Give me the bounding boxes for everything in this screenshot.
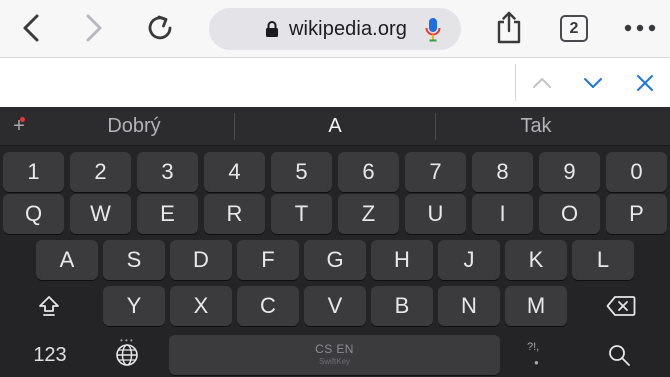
find-divider	[515, 64, 516, 101]
back-button[interactable]	[13, 10, 49, 46]
key-y[interactable]: Y	[103, 286, 165, 326]
key-0[interactable]: 0	[606, 152, 667, 192]
key-l[interactable]: L	[572, 240, 634, 280]
backspace-icon	[606, 296, 636, 316]
url-text: wikipedia.org	[289, 18, 408, 40]
key-8[interactable]: 8	[472, 152, 533, 192]
key-q[interactable]: Q	[3, 194, 64, 234]
microphone-icon[interactable]	[425, 17, 441, 43]
key-c[interactable]: C	[237, 286, 299, 326]
tabs-button[interactable]: 2	[560, 15, 588, 42]
find-close-button[interactable]	[630, 68, 660, 98]
chevron-up-icon	[533, 78, 551, 88]
more-button[interactable]	[620, 10, 660, 46]
keyboard: + Dobrý A Tak 1 2 3 4 5 6 7 8 9 0 Q W E …	[0, 107, 670, 377]
key-9[interactable]: 9	[539, 152, 600, 192]
browser-toolbar: wikipedia.org 2	[0, 0, 670, 58]
backspace-key[interactable]	[580, 286, 662, 326]
key-p[interactable]: P	[606, 194, 667, 234]
find-input[interactable]	[0, 58, 515, 107]
notification-dot	[20, 117, 25, 122]
key-3[interactable]: 3	[137, 152, 198, 192]
prediction-center[interactable]: A	[235, 107, 435, 146]
symbols-key-label[interactable]: ?!,	[527, 341, 539, 353]
key-d[interactable]: D	[170, 240, 232, 280]
numbers-key[interactable]: 123	[12, 335, 88, 375]
key-k[interactable]: K	[505, 240, 567, 280]
share-button[interactable]	[491, 9, 527, 45]
key-j[interactable]: J	[438, 240, 500, 280]
key-4[interactable]: 4	[204, 152, 265, 192]
search-key[interactable]	[598, 335, 640, 375]
key-x[interactable]: X	[170, 286, 232, 326]
space-language-label: CS EN	[315, 342, 354, 356]
share-icon	[497, 11, 521, 44]
period-key[interactable]: ●	[534, 358, 539, 367]
search-icon	[609, 345, 630, 366]
key-u[interactable]: U	[405, 194, 466, 234]
key-a[interactable]: A	[36, 240, 98, 280]
space-bar[interactable]: CS EN SwiftKey	[169, 335, 500, 375]
globe-icon	[116, 344, 138, 366]
forward-button[interactable]	[76, 10, 112, 46]
key-r[interactable]: R	[204, 194, 265, 234]
find-next-button[interactable]	[578, 68, 608, 98]
shift-key[interactable]	[8, 286, 90, 326]
key-w[interactable]: W	[70, 194, 131, 234]
key-i[interactable]: I	[472, 194, 533, 234]
key-n[interactable]: N	[438, 286, 500, 326]
swiftkey-logo: SwiftKey	[318, 357, 351, 366]
reload-button[interactable]	[143, 10, 179, 46]
chevron-down-icon	[584, 78, 602, 88]
lock-icon	[266, 21, 278, 37]
reload-icon	[148, 15, 172, 40]
chevron-left-icon	[23, 14, 39, 42]
key-v[interactable]: V	[304, 286, 366, 326]
key-5[interactable]: 5	[271, 152, 332, 192]
key-g[interactable]: G	[304, 240, 366, 280]
globe-key[interactable]	[106, 335, 148, 375]
key-z[interactable]: Z	[338, 194, 399, 234]
toolbar-expand-button[interactable]: +	[8, 115, 30, 137]
key-m[interactable]: M	[505, 286, 567, 326]
find-previous-button[interactable]	[527, 68, 557, 98]
key-f[interactable]: F	[237, 240, 299, 280]
key-o[interactable]: O	[539, 194, 600, 234]
key-b[interactable]: B	[371, 286, 433, 326]
key-h[interactable]: H	[371, 240, 433, 280]
key-7[interactable]: 7	[405, 152, 466, 192]
prediction-right[interactable]: Tak	[436, 107, 636, 146]
close-icon	[637, 75, 653, 91]
prediction-left[interactable]: Dobrý	[34, 107, 234, 146]
chevron-right-icon	[86, 14, 102, 42]
find-in-page-bar	[0, 58, 670, 107]
key-e[interactable]: E	[137, 194, 198, 234]
key-s[interactable]: S	[103, 240, 165, 280]
key-t[interactable]: T	[271, 194, 332, 234]
address-bar[interactable]: wikipedia.org	[209, 8, 461, 50]
shift-icon	[39, 296, 59, 316]
key-6[interactable]: 6	[338, 152, 399, 192]
prediction-bar: + Dobrý A Tak	[0, 107, 670, 146]
more-icon	[624, 24, 656, 32]
key-1[interactable]: 1	[3, 152, 64, 192]
tab-count: 2	[569, 19, 579, 37]
key-2[interactable]: 2	[70, 152, 131, 192]
